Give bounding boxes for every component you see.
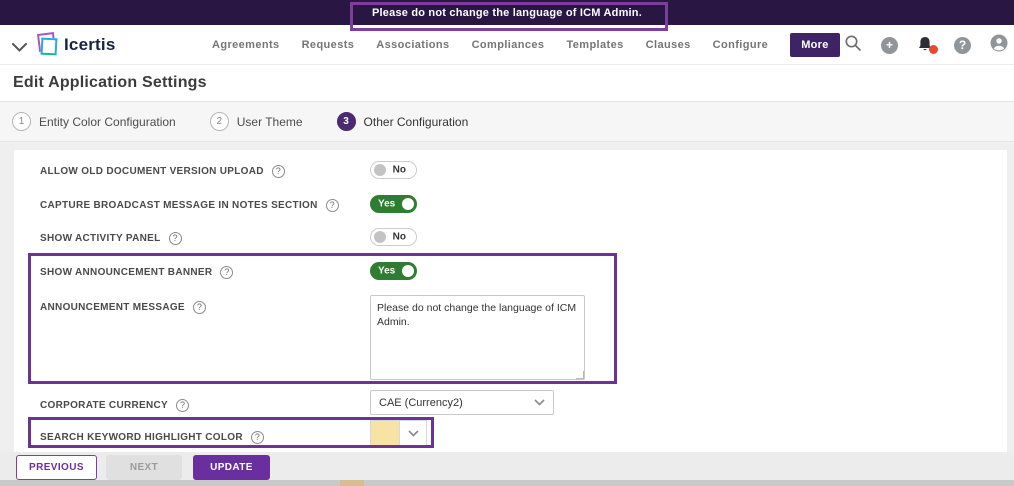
corporate-currency-select[interactable]: CAE (Currency2) — [370, 390, 554, 415]
capture-broadcast-toggle[interactable]: Yes — [370, 195, 417, 213]
help-icon[interactable]: ? — [272, 165, 285, 178]
toggle-knob — [374, 164, 386, 176]
toggle-state-label: Yes — [378, 199, 395, 210]
toggle-knob — [402, 198, 414, 210]
show-announcement-row: SHOW ANNOUNCEMENT BANNER ? — [40, 263, 233, 281]
wizard-footer: PREVIOUS NEXT UPDATE — [0, 452, 1014, 480]
capture-broadcast-row: CAPTURE BROADCAST MESSAGE IN NOTES SECTI… — [40, 196, 339, 214]
allow-old-doc-label: ALLOW OLD DOCUMENT VERSION UPLOAD — [40, 166, 264, 177]
chevron-down-icon[interactable] — [12, 39, 27, 57]
add-icon[interactable]: + — [881, 37, 898, 54]
nav-item-associations[interactable]: Associations — [376, 39, 449, 51]
allow-old-doc-row: ALLOW OLD DOCUMENT VERSION UPLOAD ? — [40, 162, 285, 180]
nav-item-agreements[interactable]: Agreements — [212, 39, 280, 51]
nav-item-templates[interactable]: Templates — [566, 39, 623, 51]
nav-item-compliances[interactable]: Compliances — [472, 39, 545, 51]
announcement-message-row: ANNOUNCEMENT MESSAGE ? — [40, 298, 206, 316]
help-icon[interactable]: ? — [954, 37, 971, 54]
highlight-color-label: SEARCH KEYWORD HIGHLIGHT COLOR — [40, 432, 243, 443]
help-icon[interactable]: ? — [220, 266, 233, 279]
notifications-bell-icon[interactable] — [917, 36, 935, 54]
step-3-label: Other Configuration — [364, 115, 469, 129]
show-activity-toggle[interactable]: No — [370, 228, 417, 246]
help-icon[interactable]: ? — [326, 199, 339, 212]
show-activity-row: SHOW ACTIVITY PANEL ? — [40, 229, 182, 247]
nav-item-clauses[interactable]: Clauses — [646, 39, 691, 51]
highlight-color-row: SEARCH KEYWORD HIGHLIGHT COLOR ? — [40, 428, 264, 446]
settings-card: ALLOW OLD DOCUMENT VERSION UPLOAD ? No C… — [14, 150, 1007, 452]
update-button[interactable]: UPDATE — [193, 455, 270, 480]
corporate-currency-row: CORPORATE CURRENCY ? — [40, 396, 189, 414]
logo-square-front-icon — [41, 38, 58, 56]
toggle-knob — [374, 231, 386, 243]
toggle-state-label: No — [393, 232, 406, 243]
brand-name: Icertis — [64, 35, 116, 55]
step-2-label: User Theme — [237, 115, 303, 129]
color-swatch[interactable] — [370, 420, 400, 446]
nav-icon-group: + ? — [844, 25, 1008, 65]
nav-item-configure[interactable]: Configure — [713, 39, 769, 51]
step-1-circle: 1 — [12, 112, 31, 131]
show-activity-label: SHOW ACTIVITY PANEL — [40, 233, 161, 244]
chevron-down-icon — [534, 399, 545, 406]
show-announcement-toggle[interactable]: Yes — [370, 262, 417, 280]
announcement-message-label: ANNOUNCEMENT MESSAGE — [40, 302, 185, 313]
announcement-message-input[interactable]: Please do not change the language of ICM… — [370, 295, 585, 380]
step-user-theme[interactable]: 2 User Theme — [210, 112, 303, 131]
scrollbar-mark — [340, 480, 364, 486]
horizontal-scrollbar[interactable] — [0, 480, 1014, 486]
profile-icon[interactable] — [990, 34, 1008, 57]
nav-menu: Agreements Requests Associations Complia… — [212, 25, 840, 65]
toggle-state-label: No — [393, 165, 406, 176]
previous-button[interactable]: PREVIOUS — [16, 455, 97, 480]
page-title: Edit Application Settings — [13, 74, 207, 92]
step-3-circle: 3 — [337, 112, 356, 131]
icm-admin-app: Please do not change the language of ICM… — [0, 0, 1014, 486]
step-1-label: Entity Color Configuration — [39, 115, 176, 129]
step-2-circle: 2 — [210, 112, 229, 131]
highlight-color-picker[interactable] — [370, 420, 427, 446]
announcement-banner: Please do not change the language of ICM… — [0, 0, 1014, 25]
step-other-configuration[interactable]: 3 Other Configuration — [337, 112, 469, 131]
capture-broadcast-label: CAPTURE BROADCAST MESSAGE IN NOTES SECTI… — [40, 200, 318, 211]
step-entity-color-configuration[interactable]: 1 Entity Color Configuration — [12, 112, 176, 131]
help-icon[interactable]: ? — [169, 232, 182, 245]
toggle-knob — [402, 265, 414, 277]
icertis-logo[interactable]: Icertis — [38, 31, 148, 59]
corporate-currency-value: CAE (Currency2) — [379, 397, 463, 409]
notification-badge — [929, 45, 938, 54]
show-announcement-label: SHOW ANNOUNCEMENT BANNER — [40, 267, 212, 278]
help-icon[interactable]: ? — [193, 301, 206, 314]
more-button[interactable]: More — [790, 33, 839, 57]
title-bar: Edit Application Settings — [0, 65, 1014, 102]
nav-item-requests[interactable]: Requests — [302, 39, 355, 51]
help-icon[interactable]: ? — [176, 399, 189, 412]
top-nav: Icertis Agreements Requests Associations… — [0, 25, 1014, 65]
chevron-down-icon[interactable] — [400, 420, 427, 446]
allow-old-doc-toggle[interactable]: No — [370, 161, 417, 179]
toggle-state-label: Yes — [378, 266, 395, 277]
search-icon[interactable] — [844, 34, 862, 57]
wizard-steps: 1 Entity Color Configuration 2 User Them… — [0, 102, 1014, 142]
next-button[interactable]: NEXT — [106, 455, 182, 480]
help-icon[interactable]: ? — [251, 431, 264, 444]
corporate-currency-label: CORPORATE CURRENCY — [40, 400, 168, 411]
announcement-banner-text: Please do not change the language of ICM… — [372, 7, 642, 19]
